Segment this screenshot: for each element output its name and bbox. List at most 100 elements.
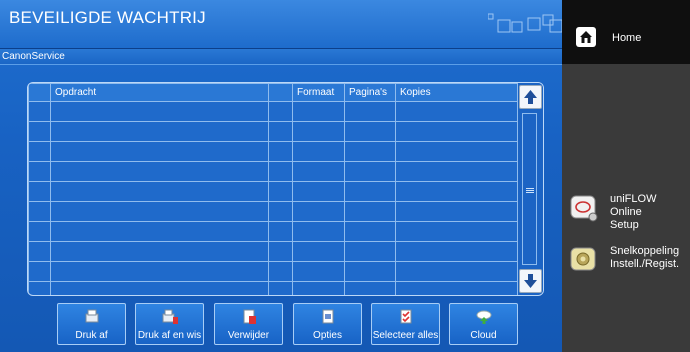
table-cell xyxy=(28,201,51,222)
col-status xyxy=(268,83,293,102)
scroll-grip-icon xyxy=(526,188,534,189)
table-cell xyxy=(344,181,396,202)
table-row[interactable] xyxy=(28,201,518,222)
table-cell xyxy=(28,221,51,242)
table-cell xyxy=(292,201,345,222)
table-cell xyxy=(395,201,518,222)
table-cell xyxy=(395,181,518,202)
table-cell xyxy=(268,281,293,295)
options-icon xyxy=(322,309,334,324)
table-cell xyxy=(344,121,396,142)
print-and-delete-button[interactable]: Druk af en wis xyxy=(135,303,204,345)
table-cell xyxy=(28,161,51,182)
select-all-button[interactable]: Selecteer alles xyxy=(371,303,440,345)
options-button[interactable]: Opties xyxy=(293,303,362,345)
scroll-up-button[interactable] xyxy=(519,85,542,109)
table-cell xyxy=(50,221,269,242)
cloud-button[interactable]: Cloud xyxy=(449,303,518,345)
sidebar-item-uniflow-setup[interactable]: uniFLOW Online Setup xyxy=(562,193,690,231)
scroll-track[interactable] xyxy=(522,113,537,265)
table-cell xyxy=(292,221,345,242)
home-icon xyxy=(576,27,596,47)
table-cell xyxy=(344,201,396,222)
sidebar-item-settings-shortcut[interactable]: Snelkoppeling Instell./Regist. xyxy=(562,245,690,281)
table-cell xyxy=(395,261,518,282)
table-cell xyxy=(50,141,269,162)
table-cell xyxy=(344,101,396,122)
table-cell xyxy=(268,221,293,242)
table-cell xyxy=(28,101,51,122)
service-subtitle: CanonService xyxy=(0,49,562,65)
col-kopies: Kopies xyxy=(395,83,518,102)
print-icon xyxy=(85,309,99,323)
table-cell xyxy=(344,141,396,162)
table-cell xyxy=(50,161,269,182)
table-row[interactable] xyxy=(28,181,518,202)
decorative-squares-icon xyxy=(488,13,562,33)
arrow-up-icon xyxy=(524,90,537,104)
page-title: BEVEILIGDE WACHTRIJ xyxy=(9,8,206,27)
table-cell xyxy=(292,241,345,262)
home-button[interactable]: Home xyxy=(562,0,690,64)
table-cell xyxy=(292,181,345,202)
table-cell xyxy=(292,121,345,142)
table-row[interactable] xyxy=(28,101,518,122)
table-cell xyxy=(28,181,51,202)
print-button[interactable]: Druk af xyxy=(57,303,126,345)
table-row[interactable] xyxy=(28,221,518,242)
table-cell xyxy=(395,221,518,242)
table-row[interactable] xyxy=(28,281,518,295)
sidebar-item-label: Snelkoppeling Instell./Regist. xyxy=(610,245,680,270)
table-cell xyxy=(50,281,269,295)
table-row[interactable] xyxy=(28,261,518,282)
home-label: Home xyxy=(612,32,642,44)
delete-icon xyxy=(243,309,256,324)
table-cell xyxy=(268,121,293,142)
col-select xyxy=(28,83,51,102)
table-cell xyxy=(50,101,269,122)
table-cell xyxy=(344,261,396,282)
job-list: Opdracht Formaat Pagina's Kopies xyxy=(27,82,544,296)
scrollbar[interactable] xyxy=(517,83,543,295)
table-cell xyxy=(28,241,51,262)
table-cell xyxy=(395,281,518,295)
table-cell xyxy=(344,221,396,242)
table-cell xyxy=(395,101,518,122)
col-paginas: Pagina's xyxy=(344,83,396,102)
table-cell xyxy=(50,241,269,262)
table-cell xyxy=(292,101,345,122)
job-table: Opdracht Formaat Pagina's Kopies xyxy=(28,83,518,295)
table-cell xyxy=(268,161,293,182)
table-cell xyxy=(50,201,269,222)
table-cell xyxy=(395,241,518,262)
table-row[interactable] xyxy=(28,161,518,182)
uniflow-setup-icon xyxy=(570,195,598,222)
right-sidebar: Home uniFLOW Online Setup Snelkoppeling … xyxy=(562,0,690,352)
table-cell xyxy=(50,261,269,282)
print-delete-icon xyxy=(162,309,178,324)
table-cell xyxy=(344,161,396,182)
scroll-down-button[interactable] xyxy=(519,269,542,293)
action-toolbar: Druk af Druk af en wis Verwijder Opties xyxy=(57,303,518,347)
table-row[interactable] xyxy=(28,241,518,262)
sidebar-item-label: uniFLOW Online Setup xyxy=(610,193,657,231)
table-cell xyxy=(268,201,293,222)
table-cell xyxy=(268,261,293,282)
secure-queue-panel: BEVEILIGDE WACHTRIJ CanonService Opdrach… xyxy=(0,0,562,352)
table-cell xyxy=(28,261,51,282)
col-formaat: Formaat xyxy=(292,83,345,102)
table-cell xyxy=(395,161,518,182)
title-bar: BEVEILIGDE WACHTRIJ xyxy=(0,0,562,49)
delete-button[interactable]: Verwijder xyxy=(214,303,283,345)
cloud-icon xyxy=(476,310,492,324)
table-cell xyxy=(292,281,345,295)
table-cell xyxy=(268,101,293,122)
table-cell xyxy=(395,121,518,142)
table-row[interactable] xyxy=(28,121,518,142)
table-cell xyxy=(292,261,345,282)
table-row[interactable] xyxy=(28,141,518,162)
col-opdracht: Opdracht xyxy=(50,83,269,102)
table-cell xyxy=(50,121,269,142)
arrow-down-icon xyxy=(524,274,537,288)
table-cell xyxy=(292,141,345,162)
